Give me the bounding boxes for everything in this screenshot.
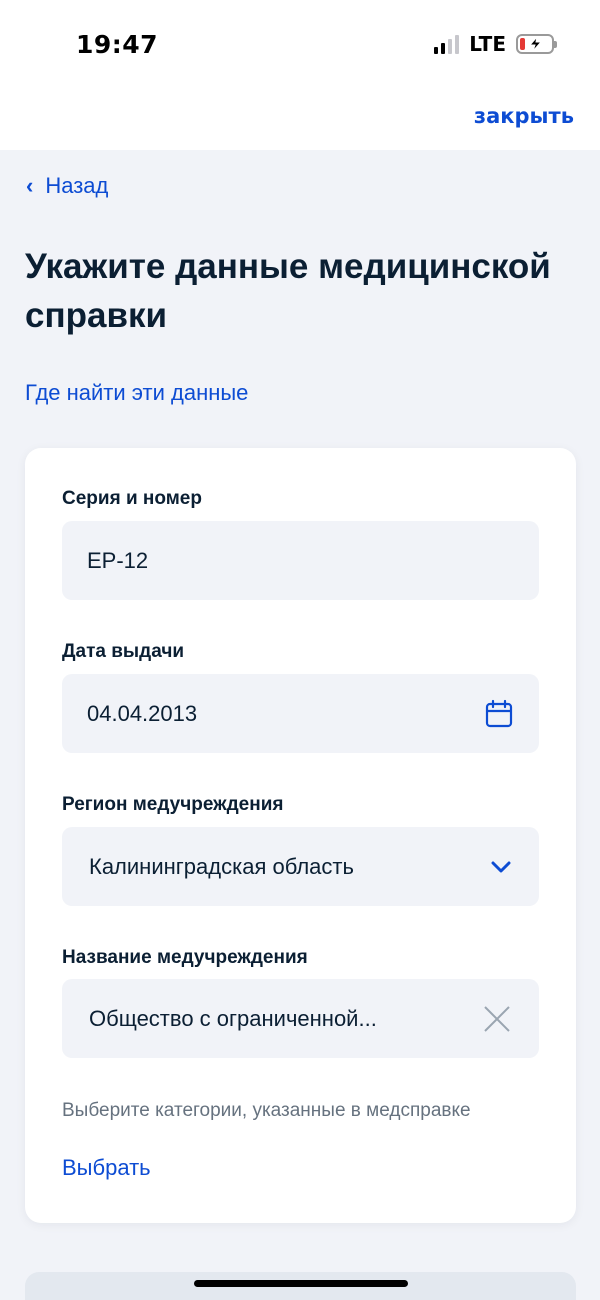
- back-label: Назад: [45, 173, 109, 198]
- series-number-input[interactable]: ЕР-12: [62, 521, 539, 600]
- region-label: Регион медучреждения: [62, 794, 284, 815]
- home-indicator[interactable]: [194, 1280, 408, 1287]
- series-number-value: ЕР-12: [87, 547, 149, 573]
- chevron-down-icon: [491, 861, 511, 873]
- issue-date-label: Дата выдачи: [62, 641, 185, 662]
- institution-value: Общество с ограниченной...: [89, 1005, 377, 1031]
- page-title: Укажите данные медицинской справки: [25, 247, 551, 335]
- back-button[interactable]: ‹ Назад: [26, 173, 108, 199]
- region-select[interactable]: Калининградская область: [62, 827, 539, 906]
- status-indicators: LTE: [434, 32, 557, 56]
- issue-date-value: 04.04.2013: [87, 700, 198, 726]
- institution-label: Название медучреждения: [62, 947, 308, 968]
- choose-categories-button[interactable]: Выбрать: [62, 1155, 151, 1181]
- calendar-icon[interactable]: [485, 699, 513, 729]
- region-value: Калининградская область: [89, 853, 354, 879]
- clear-icon[interactable]: [483, 1005, 511, 1033]
- series-number-label: Серия и номер: [62, 488, 202, 509]
- help-link[interactable]: Где найти эти данные: [25, 380, 248, 406]
- form-card: Серия и номер ЕР-12 Дата выдачи 04.04.20…: [25, 448, 576, 1223]
- status-time: 19:47: [76, 30, 159, 59]
- institution-input[interactable]: Общество с ограниченной...: [62, 979, 539, 1058]
- categories-hint: Выберите категории, указанные в медсправ…: [62, 1100, 471, 1121]
- network-type: LTE: [469, 32, 506, 56]
- chevron-left-icon: ‹: [26, 173, 34, 198]
- top-bar: 19:47 LTE закрыть: [0, 0, 600, 150]
- signal-icon: [434, 34, 460, 54]
- issue-date-input[interactable]: 04.04.2013: [62, 674, 539, 753]
- battery-charging-icon: [516, 34, 557, 54]
- close-button[interactable]: закрыть: [474, 104, 574, 128]
